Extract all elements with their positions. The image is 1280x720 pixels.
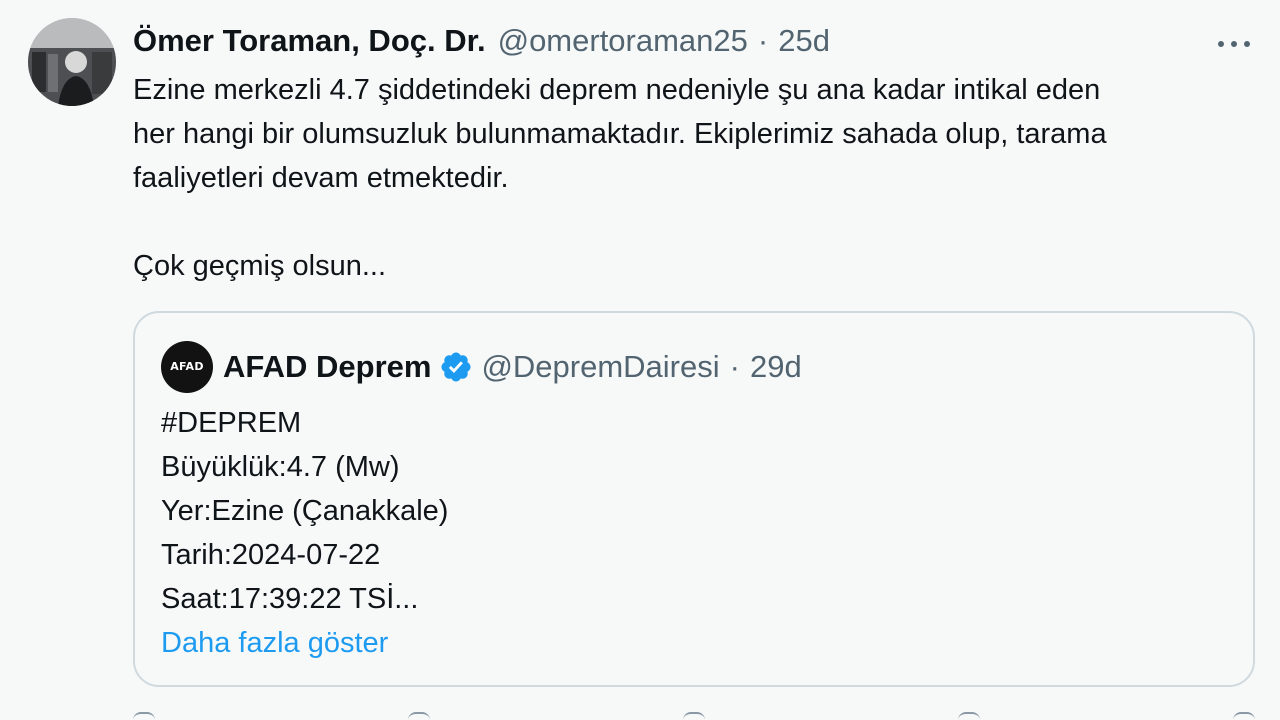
quoted-text-line: Yer:Ezine (Çanakkale) (161, 495, 449, 527)
quoted-tweet-header: AFAD AFAD Deprem @DepremDairesi · 29d (161, 341, 802, 393)
quoted-tweet-text: #DEPREM Büyüklük:4.7 (Mw) Yer:Ezine (Çan… (161, 401, 448, 665)
tweet-action-bar (133, 712, 1255, 720)
reply-icon[interactable] (133, 712, 155, 720)
quoted-tweet-timestamp[interactable]: 29d (750, 343, 802, 391)
more-options-icon[interactable] (1214, 34, 1254, 54)
like-icon[interactable] (683, 712, 705, 720)
author-avatar-image (28, 18, 116, 106)
tweet[interactable]: Ömer Toraman, Doç. Dr. @omertoraman25 · … (0, 0, 1280, 720)
tweet-text: Ezine merkezli 4.7 şiddetindeki deprem n… (133, 68, 1268, 288)
quoted-author-handle[interactable]: @DepremDairesi (481, 343, 719, 391)
tweet-timestamp[interactable]: 25d (778, 22, 830, 60)
views-icon[interactable] (958, 712, 980, 720)
author-avatar[interactable] (28, 18, 116, 106)
quoted-text-line: Büyüklük:4.7 (Mw) (161, 451, 400, 483)
retweet-icon[interactable] (408, 712, 430, 720)
verified-badge-icon (441, 352, 471, 382)
tweet-text-line: Ezine merkezli 4.7 şiddetindeki deprem n… (133, 74, 1101, 106)
more-dot (1218, 41, 1224, 47)
tweet-text-line: Çok geçmiş olsun... (133, 250, 387, 282)
quoted-author-name[interactable]: AFAD Deprem (223, 343, 431, 391)
share-icon[interactable] (1233, 712, 1255, 720)
tweet-text-line (133, 200, 1268, 244)
tweet-text-line: faaliyetleri devam etmektedir. (133, 162, 509, 194)
quoted-text-line: #DEPREM (161, 407, 302, 439)
quoted-header-separator: · (729, 349, 740, 384)
author-name[interactable]: Ömer Toraman, Doç. Dr. (133, 22, 486, 60)
quoted-tweet[interactable]: AFAD AFAD Deprem @DepremDairesi · 29d #D… (133, 311, 1255, 687)
tweet-text-line: her hangi bir olumsuzluk bulunmamaktadır… (133, 118, 1107, 150)
quoted-text-line: Tarih:2024-07-22 (161, 539, 381, 571)
show-more-link[interactable]: Daha fazla göster (161, 627, 388, 659)
more-dot (1231, 41, 1237, 47)
quoted-text-line: Saat:17:39:22 TSİ... (161, 583, 419, 615)
header-separator: · (757, 23, 769, 58)
author-handle[interactable]: @omertoraman25 (498, 22, 748, 60)
more-dot (1244, 41, 1250, 47)
quoted-author-avatar[interactable]: AFAD (161, 341, 213, 393)
tweet-header: Ömer Toraman, Doç. Dr. @omertoraman25 · … (133, 22, 830, 60)
